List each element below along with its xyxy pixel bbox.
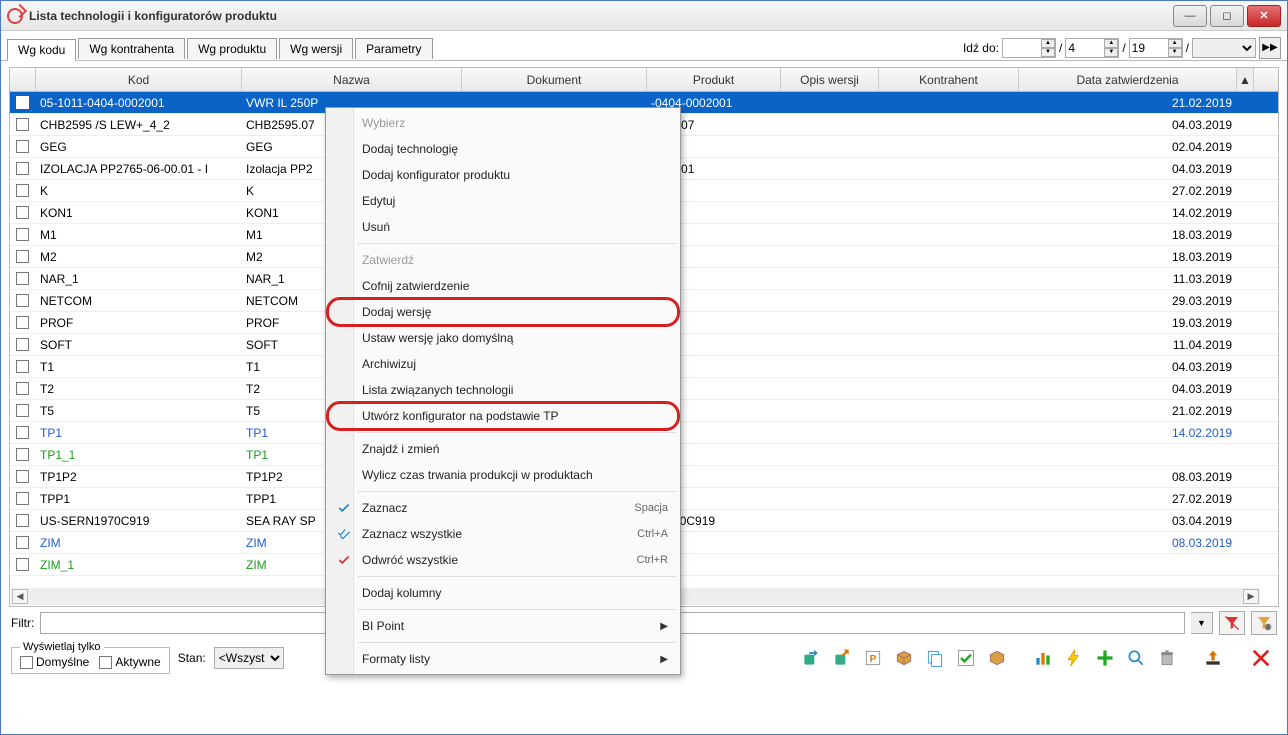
app-icon	[7, 8, 23, 24]
delete-button[interactable]	[1153, 644, 1181, 672]
spin-up-icon[interactable]: ▲	[1041, 39, 1055, 48]
menu-znajdz-zmien[interactable]: Znajdź i zmień	[328, 436, 678, 462]
tab-wg-kodu[interactable]: Wg kodu	[7, 39, 76, 61]
menu-dodaj-wersje[interactable]: Dodaj wersję	[328, 299, 678, 325]
tab-wg-wersji[interactable]: Wg wersji	[279, 38, 353, 59]
menu-ustaw-wersje[interactable]: Ustaw wersję jako domyślną	[328, 325, 678, 351]
column-data[interactable]: Data zatwierdzenia	[1019, 68, 1237, 91]
spin-down-icon[interactable]: ▼	[1168, 48, 1182, 57]
stan-select[interactable]: <Wszyst	[214, 647, 284, 669]
checkbox-domyslne[interactable]: Domyślne	[20, 655, 89, 669]
goto-sep: /	[1186, 41, 1189, 55]
chart-button[interactable]	[1029, 644, 1057, 672]
svg-text:P: P	[870, 654, 877, 665]
goto-next-button[interactable]: ▶▶	[1259, 37, 1281, 59]
column-nazwa[interactable]: Nazwa	[242, 68, 462, 91]
window-close-button[interactable]: ✕	[1247, 5, 1281, 27]
submenu-arrow-icon: ▶	[660, 654, 668, 665]
tab-parametry[interactable]: Parametry	[355, 38, 432, 59]
grid-header: Kod Nazwa Dokument Produkt Opis wersji K…	[10, 68, 1278, 92]
goto-nav: Idź do: ▲▼ / ▲▼ / ▲▼ / ▶▶	[963, 37, 1281, 59]
scroll-right-icon[interactable]: ▶	[1243, 589, 1259, 604]
upload-button[interactable]	[1199, 644, 1227, 672]
search-button[interactable]	[1122, 644, 1150, 672]
spin-down-icon[interactable]: ▼	[1041, 48, 1055, 57]
column-dokument[interactable]: Dokument	[462, 68, 647, 91]
check-all-icon	[334, 527, 354, 541]
column-kontrahent[interactable]: Kontrahent	[879, 68, 1019, 91]
menu-dodaj-kolumny[interactable]: Dodaj kolumny	[328, 580, 678, 606]
display-group-label: Wyświetlaj tylko	[20, 641, 104, 653]
titlebar: Lista technologii i konfiguratorów produ…	[1, 1, 1287, 31]
spin-down-icon[interactable]: ▼	[1104, 48, 1118, 57]
menu-dodaj-konfigurator[interactable]: Dodaj konfigurator produktu	[328, 162, 678, 188]
menu-edytuj[interactable]: Edytuj	[328, 188, 678, 214]
check-icon	[334, 501, 354, 515]
spin-up-icon[interactable]: ▲	[1168, 39, 1182, 48]
menu-utworz-konfigurator[interactable]: Utwórz konfigurator na podstawie TP	[328, 403, 678, 429]
invert-icon	[334, 553, 354, 567]
maximize-button[interactable]: ◻	[1210, 5, 1244, 27]
export-button[interactable]	[828, 644, 856, 672]
display-filter-group: Wyświetlaj tylko Domyślne Aktywne	[11, 641, 170, 674]
scroll-left-icon[interactable]: ◀	[12, 589, 28, 604]
goto-sep: /	[1059, 41, 1062, 55]
menu-zaznacz-wszystkie[interactable]: Zaznacz wszystkieCtrl+A	[328, 521, 678, 547]
menu-archiwizuj[interactable]: Archiwizuj	[328, 351, 678, 377]
tab-wg-produktu[interactable]: Wg produktu	[187, 38, 277, 59]
menu-zaznacz[interactable]: ZaznaczSpacja	[328, 495, 678, 521]
window-title: Lista technologii i konfiguratorów produ…	[29, 9, 1173, 23]
filter-label: Filtr:	[11, 616, 34, 630]
lightning-button[interactable]	[1060, 644, 1088, 672]
import-button[interactable]	[797, 644, 825, 672]
checkbox-aktywne[interactable]: Aktywne	[99, 655, 160, 669]
add-button[interactable]	[1091, 644, 1119, 672]
filter-apply-button[interactable]	[1219, 611, 1245, 635]
column-opis[interactable]: Opis wersji	[781, 68, 879, 91]
menu-lista-technologii[interactable]: Lista związanych technologii	[328, 377, 678, 403]
package2-button[interactable]	[983, 644, 1011, 672]
goto-label: Idź do:	[963, 41, 999, 55]
menu-odwroc-wszystkie[interactable]: Odwróć wszystkieCtrl+R	[328, 547, 678, 573]
tabs-row: Wg kodu Wg kontrahenta Wg produktu Wg we…	[1, 31, 1287, 61]
column-checkbox[interactable]	[10, 68, 36, 91]
minimize-button[interactable]: —	[1173, 5, 1207, 27]
stan-label: Stan:	[178, 651, 206, 665]
submenu-arrow-icon: ▶	[660, 621, 668, 632]
menu-zatwierdz: Zatwierdź	[328, 247, 678, 273]
menu-wylicz-czas[interactable]: Wylicz czas trwania produkcji w produkta…	[328, 462, 678, 488]
column-produkt[interactable]: Produkt	[647, 68, 781, 91]
toolbar: P	[797, 643, 1277, 673]
package-button[interactable]	[890, 644, 918, 672]
menu-bi-point[interactable]: BI Point▶	[328, 613, 678, 639]
filter-construct-button[interactable]	[1251, 611, 1277, 635]
menu-formaty-listy[interactable]: Formaty listy▶	[328, 646, 678, 672]
goto-select[interactable]	[1192, 38, 1256, 58]
column-kod[interactable]: Kod	[36, 68, 242, 91]
goto-sep: /	[1122, 41, 1125, 55]
filter-dropdown-icon[interactable]: ▼	[1191, 612, 1213, 634]
spin-up-icon[interactable]: ▲	[1104, 39, 1118, 48]
menu-wybierz: Wybierz	[328, 110, 678, 136]
context-menu: Wybierz Dodaj technologię Dodaj konfigur…	[325, 107, 681, 675]
copy-button[interactable]	[921, 644, 949, 672]
menu-dodaj-technologie[interactable]: Dodaj technologię	[328, 136, 678, 162]
confirm-button[interactable]	[952, 644, 980, 672]
scrollbar-header: ▲	[1237, 68, 1254, 91]
menu-cofnij-zatwierdzenie[interactable]: Cofnij zatwierdzenie	[328, 273, 678, 299]
product-button[interactable]: P	[859, 644, 887, 672]
close-panel-button[interactable]	[1245, 643, 1277, 673]
tab-wg-kontrahenta[interactable]: Wg kontrahenta	[78, 38, 185, 59]
menu-usun[interactable]: Usuń	[328, 214, 678, 240]
